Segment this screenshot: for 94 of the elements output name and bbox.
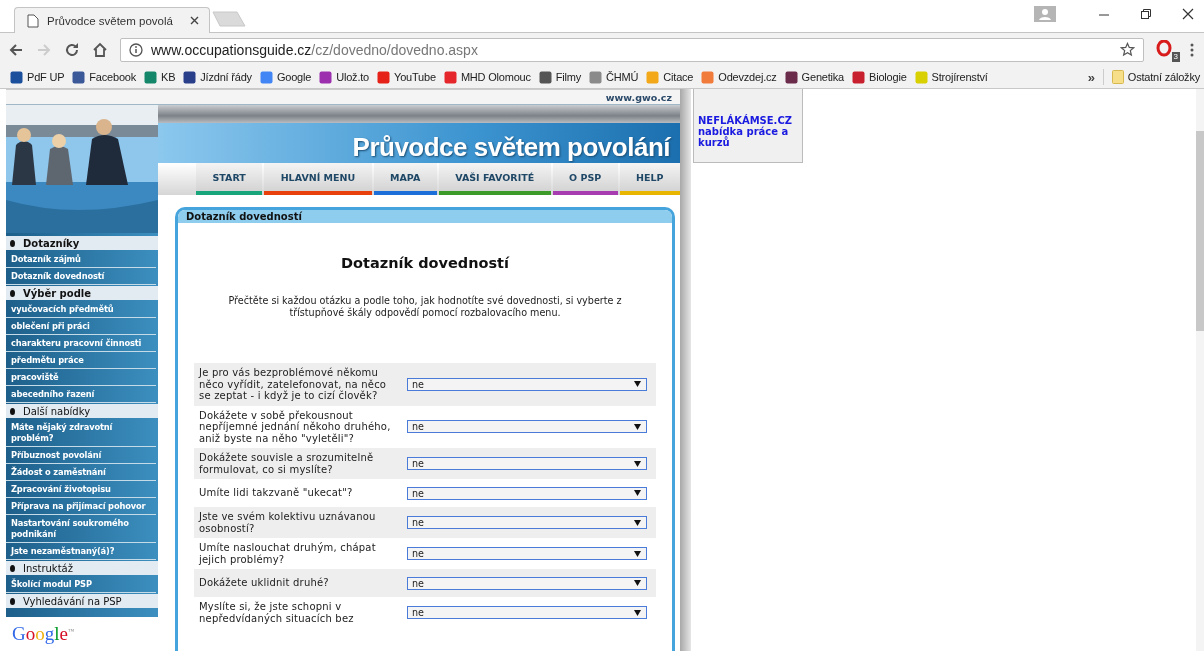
nav-button[interactable]: START bbox=[196, 163, 263, 195]
nav-button[interactable]: O PSP bbox=[552, 163, 618, 195]
address-bar[interactable]: www.occupationsguide.cz/cz/dovedno/dovedno.aspx bbox=[120, 37, 1144, 62]
answer-select[interactable]: ne bbox=[407, 516, 647, 529]
nav-button[interactable]: VAŠI FAVORITÉ bbox=[438, 163, 551, 195]
caret-icon bbox=[634, 381, 641, 388]
document-icon bbox=[27, 13, 39, 28]
site-title: Průvodce světem povolání bbox=[352, 132, 670, 163]
sidebar-link[interactable]: Školící modul PSP bbox=[6, 576, 156, 593]
sidebar-heading: Instruktáž bbox=[23, 562, 73, 574]
sidebar-link[interactable]: charakteru pracovní činnosti bbox=[6, 335, 156, 352]
question-text: Umíte naslouchat druhým, chápat jejich problémy? bbox=[199, 542, 377, 565]
sidebar-heading: Vyhledávání na PSP bbox=[23, 595, 122, 607]
other-bookmarks-folder[interactable]: Ostatní záložky bbox=[1111, 70, 1200, 84]
caret-icon bbox=[634, 519, 641, 526]
bookmark[interactable]: Odevzdej.cz bbox=[701, 70, 777, 84]
sidebar-link[interactable]: Dotazník dovedností bbox=[6, 268, 156, 285]
bookmark[interactable]: Facebook bbox=[72, 70, 137, 84]
answer-select[interactable]: ne bbox=[407, 486, 647, 500]
sidebar-link[interactable]: Máte nějaký zdravotní problém? bbox=[6, 419, 156, 447]
bookmark[interactable]: Filmy bbox=[538, 70, 582, 84]
bookmark[interactable]: YouTube bbox=[377, 70, 436, 84]
bookmark[interactable]: Citace bbox=[646, 70, 694, 84]
sidebar-link[interactable]: oblečení při práci bbox=[6, 318, 156, 335]
sidebar-link[interactable]: předmětu práce bbox=[6, 352, 156, 369]
question-text: Dokážete souvisle a srozumitelně formulovat, co si myslíte? bbox=[199, 452, 375, 475]
answer-select[interactable]: ne bbox=[407, 606, 647, 619]
answer-select[interactable]: ne bbox=[407, 420, 647, 434]
bullet-icon bbox=[10, 597, 15, 605]
caret-icon bbox=[634, 550, 641, 557]
bookmark[interactable]: Ulož.to bbox=[319, 70, 370, 84]
answer-select[interactable]: ne bbox=[407, 576, 647, 590]
answer-select[interactable]: ne bbox=[407, 547, 647, 560]
bookmark[interactable]: Google bbox=[259, 70, 312, 84]
nav-button[interactable]: HLAVNÍ MENU bbox=[264, 163, 372, 195]
answer-select[interactable]: ne bbox=[407, 457, 647, 470]
nav-button[interactable]: HELP bbox=[619, 163, 681, 195]
question-text: Jste ve svém kolektivu uznávanou osobností? bbox=[199, 511, 377, 534]
home-button[interactable] bbox=[92, 41, 108, 58]
question-text: Je pro vás bezproblémové někomu něco vyřídit, zatelefonovat, na něco se zeptat - i když je to cizí člověk? bbox=[199, 367, 388, 402]
caret-icon bbox=[634, 580, 641, 586]
restore-icon[interactable] bbox=[1140, 8, 1152, 20]
question-text: Dokážete v sobě překousnout nepříjemné jednání někoho druhého, aniž byste na něho "vyletěli"? bbox=[199, 409, 392, 444]
more-bookmarks-button[interactable]: » bbox=[1087, 69, 1095, 85]
intro-text: Přečtěte si každou otázku a podle toho, jak hodnotíte své dovednosti, si vyberte z třístupňové škály odpovědí pomocí rozbalovacího menu. bbox=[227, 295, 623, 319]
reload-button[interactable] bbox=[64, 41, 80, 58]
site-domain: www.gwo.cz bbox=[605, 91, 672, 103]
tab-title: Průvodce světem povolá bbox=[47, 14, 174, 27]
sidebar-link[interactable]: Dotazník zájmů bbox=[6, 251, 156, 268]
star-icon[interactable] bbox=[1120, 42, 1135, 57]
bookmark[interactable]: ČHMÚ bbox=[589, 70, 639, 84]
sidebar-heading: Další nabídky bbox=[23, 405, 91, 417]
caret-icon bbox=[634, 423, 641, 430]
sidebar-link[interactable]: Jste nezaměstnaný(á)? bbox=[6, 543, 156, 560]
question-text: Myslíte si, že jste schopni v nepředvídaných situacích bez bbox=[199, 601, 355, 624]
bullet-icon bbox=[10, 407, 15, 415]
sidebar-link[interactable]: Příprava na přijímací pohovor bbox=[6, 498, 156, 515]
bullet-icon bbox=[10, 239, 15, 247]
bookmark[interactable]: MHD Olomouc bbox=[443, 70, 531, 84]
browser-tab[interactable]: Průvodce světem povolá bbox=[14, 7, 210, 33]
panel-heading: Dotazník dovedností bbox=[178, 210, 672, 224]
google-logo: Google$^{™}$ bbox=[12, 623, 74, 645]
sidebar-link[interactable]: pracoviště bbox=[6, 369, 156, 386]
bullet-icon bbox=[10, 289, 15, 297]
page-title: Dotazník dovedností bbox=[340, 255, 511, 271]
bullet-icon bbox=[10, 564, 15, 572]
sidebar-heading: Dotazníky bbox=[23, 237, 80, 249]
question-text: Dokážete uklidnit druhé? bbox=[199, 577, 330, 589]
answer-select[interactable]: ne bbox=[407, 377, 647, 391]
sidebar-link[interactable]: abecedního řazení bbox=[6, 386, 156, 403]
close-icon[interactable] bbox=[190, 16, 199, 25]
ad-link[interactable]: NEFLÁKÁMSE.CZ nabídka práce a kurzů bbox=[698, 115, 798, 148]
bookmark[interactable]: KB bbox=[144, 70, 176, 84]
back-button[interactable] bbox=[8, 41, 24, 58]
sidebar-link[interactable]: Žádost o zaměstnání bbox=[6, 464, 156, 481]
folder-icon bbox=[1111, 70, 1124, 84]
caret-icon bbox=[634, 609, 641, 616]
menu-icon[interactable] bbox=[1190, 42, 1194, 57]
question-text: Umíte lidi takzvaně "ukecat"? bbox=[199, 487, 354, 499]
bookmark[interactable]: Biologie bbox=[852, 70, 907, 84]
caret-icon bbox=[634, 460, 641, 467]
sidebar-link[interactable]: Nastartování soukromého podnikání bbox=[6, 515, 156, 543]
sidebar-link[interactable]: Příbuznost povolání bbox=[6, 447, 156, 464]
info-icon bbox=[129, 42, 143, 57]
sidebar-link[interactable]: vyučovacích předmětů bbox=[6, 301, 156, 318]
close-window-icon[interactable] bbox=[1182, 8, 1194, 20]
bookmark[interactable]: PdF UP bbox=[10, 70, 65, 84]
bookmark[interactable]: Genetika bbox=[784, 70, 845, 84]
caret-icon bbox=[634, 490, 641, 496]
sidebar-link[interactable]: Zpracování životopisu bbox=[6, 481, 156, 498]
sidebar-heading: Výběr podle bbox=[23, 287, 91, 299]
nav-button[interactable]: MAPA bbox=[373, 163, 437, 195]
bookmark[interactable]: Jízdní řády bbox=[183, 70, 252, 84]
bookmark[interactable]: Strojírenství bbox=[914, 70, 988, 84]
